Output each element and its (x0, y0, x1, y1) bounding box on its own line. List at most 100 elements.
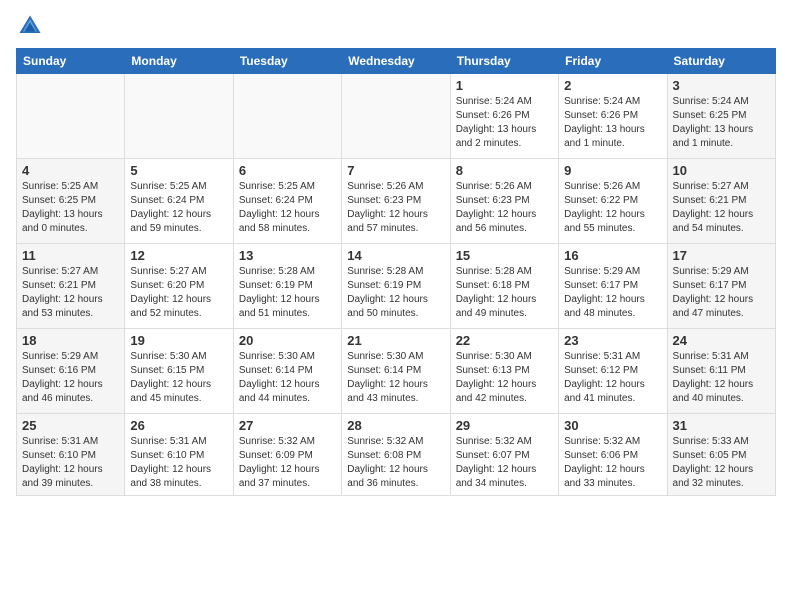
day-info: Sunrise: 5:28 AM Sunset: 6:19 PM Dayligh… (239, 265, 336, 321)
page: SundayMondayTuesdayWednesdayThursdayFrid… (0, 0, 792, 508)
day-number: 12 (130, 248, 227, 263)
logo (16, 12, 48, 40)
day-number: 6 (239, 163, 336, 178)
calendar-cell (342, 74, 450, 159)
day-number: 11 (22, 248, 119, 263)
day-number: 28 (347, 418, 444, 433)
day-number: 24 (673, 333, 770, 348)
day-info: Sunrise: 5:25 AM Sunset: 6:24 PM Dayligh… (239, 180, 336, 236)
weekday-header-monday: Monday (125, 49, 233, 74)
calendar-week-5: 25 Sunrise: 5:31 AM Sunset: 6:10 PM Dayli… (17, 414, 776, 496)
day-number: 16 (564, 248, 661, 263)
day-number: 27 (239, 418, 336, 433)
calendar-cell: 14Sunrise: 5:28 AM Sunset: 6:19 PM Dayli… (342, 244, 450, 329)
calendar-cell: 26 Sunrise: 5:31 AM Sunset: 6:10 PM Dayli… (125, 414, 233, 496)
day-number: 20 (239, 333, 336, 348)
calendar-cell: 30 Sunrise: 5:32 AM Sunset: 6:06 PM Dayli… (559, 414, 667, 496)
day-number: 29 (456, 418, 553, 433)
calendar-week-2: 4Sunrise: 5:25 AM Sunset: 6:25 PM Daylig… (17, 159, 776, 244)
day-info: Sunrise: 5:27 AM Sunset: 6:21 PM Dayligh… (673, 180, 770, 236)
calendar-cell (233, 74, 341, 159)
calendar-table: SundayMondayTuesdayWednesdayThursdayFrid… (16, 48, 776, 496)
calendar-cell: 2 Sunrise: 5:24 AM Sunset: 6:26 PM Daylig… (559, 74, 667, 159)
day-info: Sunrise: 5:24 AM Sunset: 6:26 PM Dayligh… (564, 95, 661, 151)
day-number: 25 (22, 418, 119, 433)
header (16, 12, 776, 40)
day-info: Sunrise: 5:29 AM Sunset: 6:17 PM Dayligh… (564, 265, 661, 321)
calendar-cell: 18 Sunrise: 5:29 AM Sunset: 6:16 PM Dayli… (17, 329, 125, 414)
weekday-header-tuesday: Tuesday (233, 49, 341, 74)
calendar-cell: 5Sunrise: 5:25 AM Sunset: 6:24 PM Daylig… (125, 159, 233, 244)
calendar-cell: 3Sunrise: 5:24 AM Sunset: 6:25 PM Daylig… (667, 74, 775, 159)
day-number: 21 (347, 333, 444, 348)
day-info: Sunrise: 5:28 AM Sunset: 6:19 PM Dayligh… (347, 265, 444, 321)
day-number: 31 (673, 418, 770, 433)
day-number: 19 (130, 333, 227, 348)
calendar-cell: 13 Sunrise: 5:28 AM Sunset: 6:19 PM Dayli… (233, 244, 341, 329)
day-number: 26 (130, 418, 227, 433)
calendar-cell: 16 Sunrise: 5:29 AM Sunset: 6:17 PM Dayli… (559, 244, 667, 329)
calendar-cell (17, 74, 125, 159)
day-number: 7 (347, 163, 444, 178)
calendar-cell: 1 Sunrise: 5:24 AM Sunset: 6:26 PM Daylig… (450, 74, 558, 159)
day-info: Sunrise: 5:24 AM Sunset: 6:25 PM Dayligh… (673, 95, 770, 151)
calendar-cell: 19 Sunrise: 5:30 AM Sunset: 6:15 PM Dayli… (125, 329, 233, 414)
calendar-cell: 15 Sunrise: 5:28 AM Sunset: 6:18 PM Dayli… (450, 244, 558, 329)
day-info: Sunrise: 5:29 AM Sunset: 6:16 PM Dayligh… (22, 350, 119, 406)
day-number: 23 (564, 333, 661, 348)
day-info: Sunrise: 5:30 AM Sunset: 6:14 PM Dayligh… (347, 350, 444, 406)
day-info: Sunrise: 5:32 AM Sunset: 6:07 PM Dayligh… (456, 435, 553, 491)
calendar-cell: 9 Sunrise: 5:26 AM Sunset: 6:22 PM Daylig… (559, 159, 667, 244)
weekday-header-wednesday: Wednesday (342, 49, 450, 74)
day-info: Sunrise: 5:26 AM Sunset: 6:23 PM Dayligh… (347, 180, 444, 236)
day-info: Sunrise: 5:24 AM Sunset: 6:26 PM Dayligh… (456, 95, 553, 151)
day-info: Sunrise: 5:31 AM Sunset: 6:10 PM Dayligh… (130, 435, 227, 491)
day-info: Sunrise: 5:27 AM Sunset: 6:20 PM Dayligh… (130, 265, 227, 321)
day-info: Sunrise: 5:32 AM Sunset: 6:08 PM Dayligh… (347, 435, 444, 491)
day-info: Sunrise: 5:30 AM Sunset: 6:13 PM Dayligh… (456, 350, 553, 406)
day-info: Sunrise: 5:32 AM Sunset: 6:06 PM Dayligh… (564, 435, 661, 491)
day-info: Sunrise: 5:33 AM Sunset: 6:05 PM Dayligh… (673, 435, 770, 491)
day-info: Sunrise: 5:31 AM Sunset: 6:12 PM Dayligh… (564, 350, 661, 406)
day-number: 30 (564, 418, 661, 433)
weekday-header-friday: Friday (559, 49, 667, 74)
calendar-cell: 17 Sunrise: 5:29 AM Sunset: 6:17 PM Dayli… (667, 244, 775, 329)
day-info: Sunrise: 5:30 AM Sunset: 6:14 PM Dayligh… (239, 350, 336, 406)
day-info: Sunrise: 5:29 AM Sunset: 6:17 PM Dayligh… (673, 265, 770, 321)
day-info: Sunrise: 5:30 AM Sunset: 6:15 PM Dayligh… (130, 350, 227, 406)
logo-icon (16, 12, 44, 40)
day-info: Sunrise: 5:28 AM Sunset: 6:18 PM Dayligh… (456, 265, 553, 321)
calendar-cell: 24Sunrise: 5:31 AM Sunset: 6:11 PM Dayli… (667, 329, 775, 414)
day-number: 17 (673, 248, 770, 263)
weekday-header-thursday: Thursday (450, 49, 558, 74)
day-number: 13 (239, 248, 336, 263)
day-number: 18 (22, 333, 119, 348)
calendar-cell: 4Sunrise: 5:25 AM Sunset: 6:25 PM Daylig… (17, 159, 125, 244)
weekday-header-sunday: Sunday (17, 49, 125, 74)
day-number: 22 (456, 333, 553, 348)
calendar-cell: 28 Sunrise: 5:32 AM Sunset: 6:08 PM Dayli… (342, 414, 450, 496)
day-info: Sunrise: 5:32 AM Sunset: 6:09 PM Dayligh… (239, 435, 336, 491)
calendar-cell (125, 74, 233, 159)
day-number: 8 (456, 163, 553, 178)
calendar-cell: 29 Sunrise: 5:32 AM Sunset: 6:07 PM Dayli… (450, 414, 558, 496)
calendar-cell: 22 Sunrise: 5:30 AM Sunset: 6:13 PM Dayli… (450, 329, 558, 414)
calendar-cell: 8Sunrise: 5:26 AM Sunset: 6:23 PM Daylig… (450, 159, 558, 244)
day-number: 1 (456, 78, 553, 93)
calendar-cell: 7 Sunrise: 5:26 AM Sunset: 6:23 PM Daylig… (342, 159, 450, 244)
calendar-cell: 25 Sunrise: 5:31 AM Sunset: 6:10 PM Dayli… (17, 414, 125, 496)
day-number: 9 (564, 163, 661, 178)
weekday-header-saturday: Saturday (667, 49, 775, 74)
day-number: 5 (130, 163, 227, 178)
calendar-cell: 12 Sunrise: 5:27 AM Sunset: 6:20 PM Dayli… (125, 244, 233, 329)
day-info: Sunrise: 5:26 AM Sunset: 6:22 PM Dayligh… (564, 180, 661, 236)
day-number: 15 (456, 248, 553, 263)
calendar-cell: 21 Sunrise: 5:30 AM Sunset: 6:14 PM Dayli… (342, 329, 450, 414)
calendar-week-4: 18 Sunrise: 5:29 AM Sunset: 6:16 PM Dayli… (17, 329, 776, 414)
calendar-week-1: 1 Sunrise: 5:24 AM Sunset: 6:26 PM Daylig… (17, 74, 776, 159)
calendar-header-row: SundayMondayTuesdayWednesdayThursdayFrid… (17, 49, 776, 74)
day-number: 2 (564, 78, 661, 93)
calendar-cell: 20 Sunrise: 5:30 AM Sunset: 6:14 PM Dayli… (233, 329, 341, 414)
day-info: Sunrise: 5:31 AM Sunset: 6:10 PM Dayligh… (22, 435, 119, 491)
day-number: 4 (22, 163, 119, 178)
